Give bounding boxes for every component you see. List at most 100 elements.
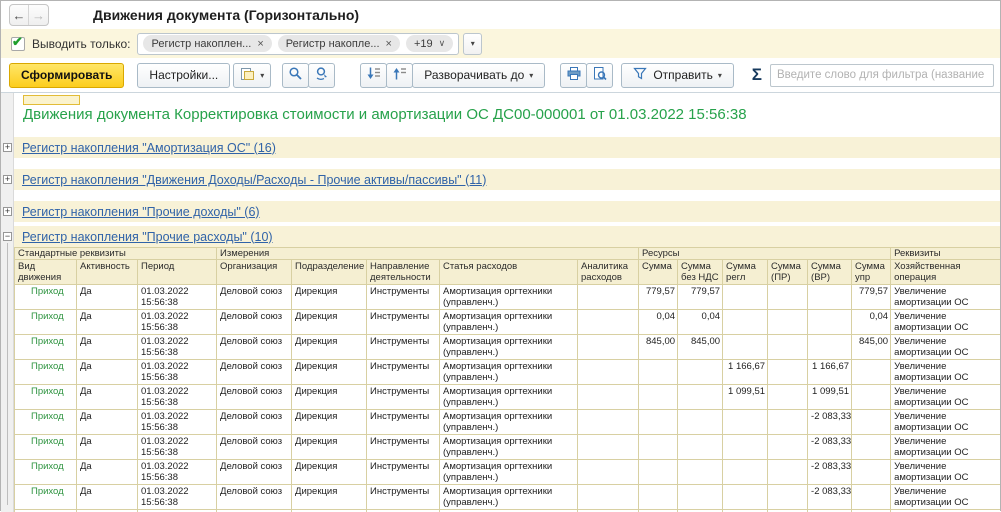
table-cell[interactable] bbox=[852, 435, 891, 460]
table-cell[interactable]: 01.03.2022 15:56:38 bbox=[138, 310, 217, 335]
table-cell[interactable]: Да bbox=[77, 360, 138, 385]
table-cell[interactable] bbox=[768, 385, 808, 410]
table-cell[interactable]: Деловой союз bbox=[217, 460, 292, 485]
table-cell[interactable]: -2 083,33 bbox=[808, 485, 852, 510]
table-cell[interactable]: 01.03.2022 15:56:38 bbox=[138, 335, 217, 360]
table-cell[interactable]: 845,00 bbox=[678, 335, 723, 360]
table-cell[interactable]: Да bbox=[77, 410, 138, 435]
table-cell[interactable]: 01.03.2022 15:56:38 bbox=[138, 435, 217, 460]
print-preview-button[interactable] bbox=[586, 63, 613, 88]
table-cell[interactable]: Дирекция bbox=[292, 485, 367, 510]
settings-button[interactable]: Настройки... bbox=[137, 63, 230, 88]
table-cell[interactable] bbox=[852, 385, 891, 410]
table-cell[interactable] bbox=[639, 460, 678, 485]
table-cell[interactable]: Приход bbox=[15, 335, 77, 360]
table-cell[interactable]: Деловой союз bbox=[217, 410, 292, 435]
table-cell[interactable]: 0,04 bbox=[678, 310, 723, 335]
table-cell[interactable] bbox=[578, 410, 639, 435]
report-variants-button[interactable]: ▾ bbox=[233, 63, 271, 88]
quick-filter-input[interactable] bbox=[770, 64, 994, 87]
table-cell[interactable]: 845,00 bbox=[852, 335, 891, 360]
table-cell[interactable]: Амортизация оргтехники (управленч.) bbox=[440, 410, 578, 435]
table-cell[interactable]: Дирекция bbox=[292, 410, 367, 435]
table-cell[interactable] bbox=[578, 460, 639, 485]
table-cell[interactable] bbox=[768, 285, 808, 310]
table-cell[interactable]: 845,00 bbox=[639, 335, 678, 360]
send-button[interactable]: Отправить ▾ bbox=[621, 63, 734, 88]
table-cell[interactable]: 1 099,51 bbox=[723, 385, 768, 410]
table-cell[interactable] bbox=[768, 435, 808, 460]
table-cell[interactable]: 01.03.2022 15:56:38 bbox=[138, 410, 217, 435]
register-tag[interactable]: Регистр накопле...× bbox=[278, 35, 400, 52]
table-cell[interactable]: 01.03.2022 15:56:38 bbox=[138, 460, 217, 485]
table-cell[interactable] bbox=[768, 460, 808, 485]
table-cell[interactable] bbox=[578, 385, 639, 410]
table-cell[interactable]: 01.03.2022 15:56:38 bbox=[138, 385, 217, 410]
selected-cell-marker[interactable] bbox=[23, 95, 80, 105]
table-cell[interactable] bbox=[768, 410, 808, 435]
table-cell[interactable]: Амортизация оргтехники (управленч.) bbox=[440, 485, 578, 510]
table-cell[interactable]: Деловой союз bbox=[217, 335, 292, 360]
table-cell[interactable]: Амортизация оргтехники (управленч.) bbox=[440, 310, 578, 335]
table-cell[interactable] bbox=[578, 310, 639, 335]
table-cell[interactable] bbox=[639, 435, 678, 460]
table-cell[interactable]: Приход bbox=[15, 360, 77, 385]
table-cell[interactable] bbox=[768, 360, 808, 385]
table-cell[interactable] bbox=[639, 485, 678, 510]
expand-to-button[interactable]: Разворачивать до ▾ bbox=[412, 63, 545, 88]
table-cell[interactable] bbox=[723, 285, 768, 310]
table-cell[interactable]: 779,57 bbox=[852, 285, 891, 310]
register-link[interactable]: Регистр накопления "Амортизация ОС" (16) bbox=[22, 141, 276, 155]
register-link[interactable]: Регистр накопления "Движения Доходы/Расх… bbox=[22, 173, 486, 187]
table-cell[interactable] bbox=[578, 485, 639, 510]
register-link[interactable]: Регистр накопления "Прочие доходы" (6) bbox=[22, 205, 260, 219]
table-cell[interactable]: Инструменты bbox=[367, 285, 440, 310]
table-cell[interactable] bbox=[852, 410, 891, 435]
table-cell[interactable]: 01.03.2022 15:56:38 bbox=[138, 285, 217, 310]
register-tags-field[interactable]: Регистр накоплен...×Регистр накопле...×+… bbox=[137, 33, 459, 55]
table-cell[interactable]: Амортизация оргтехники (управленч.) bbox=[440, 385, 578, 410]
table-cell[interactable]: Увеличение амортизации ОС bbox=[891, 410, 1000, 435]
table-cell[interactable] bbox=[808, 310, 852, 335]
table-cell[interactable]: Инструменты bbox=[367, 310, 440, 335]
table-cell[interactable]: Амортизация оргтехники (управленч.) bbox=[440, 360, 578, 385]
table-cell[interactable] bbox=[852, 485, 891, 510]
table-cell[interactable] bbox=[578, 285, 639, 310]
table-cell[interactable]: 1 166,67 bbox=[808, 360, 852, 385]
table-cell[interactable]: Увеличение амортизации ОС bbox=[891, 285, 1000, 310]
print-button[interactable] bbox=[560, 63, 587, 88]
table-cell[interactable]: 01.03.2022 15:56:38 bbox=[138, 485, 217, 510]
search-button[interactable] bbox=[282, 63, 309, 88]
table-cell[interactable] bbox=[639, 410, 678, 435]
table-cell[interactable]: Инструменты bbox=[367, 385, 440, 410]
table-cell[interactable] bbox=[678, 360, 723, 385]
table-cell[interactable]: Приход bbox=[15, 310, 77, 335]
table-cell[interactable]: -2 083,33 bbox=[808, 435, 852, 460]
table-cell[interactable]: Увеличение амортизации ОС bbox=[891, 460, 1000, 485]
table-cell[interactable]: Дирекция bbox=[292, 385, 367, 410]
expand-register-button[interactable]: + bbox=[3, 175, 12, 184]
table-cell[interactable] bbox=[639, 385, 678, 410]
table-cell[interactable]: Приход bbox=[15, 410, 77, 435]
more-tags-tag[interactable]: +19∨ bbox=[406, 35, 453, 52]
table-cell[interactable]: Деловой союз bbox=[217, 285, 292, 310]
expand-rows-button[interactable] bbox=[360, 63, 387, 88]
table-cell[interactable]: Приход bbox=[15, 435, 77, 460]
table-cell[interactable]: Амортизация оргтехники (управленч.) bbox=[440, 435, 578, 460]
table-cell[interactable] bbox=[678, 410, 723, 435]
table-cell[interactable]: Дирекция bbox=[292, 360, 367, 385]
expand-register-button[interactable]: + bbox=[3, 143, 12, 152]
close-icon[interactable]: × bbox=[386, 38, 392, 50]
table-cell[interactable]: Деловой союз bbox=[217, 435, 292, 460]
table-cell[interactable]: Дирекция bbox=[292, 460, 367, 485]
table-cell[interactable] bbox=[723, 335, 768, 360]
table-cell[interactable]: Амортизация оргтехники (управленч.) bbox=[440, 285, 578, 310]
sum-sigma-icon[interactable]: Σ bbox=[752, 65, 762, 85]
table-cell[interactable] bbox=[723, 485, 768, 510]
table-cell[interactable]: Инструменты bbox=[367, 360, 440, 385]
table-cell[interactable] bbox=[768, 310, 808, 335]
table-cell[interactable]: Увеличение амортизации ОС bbox=[891, 335, 1000, 360]
table-cell[interactable] bbox=[808, 285, 852, 310]
table-cell[interactable]: Приход bbox=[15, 385, 77, 410]
table-cell[interactable] bbox=[852, 460, 891, 485]
